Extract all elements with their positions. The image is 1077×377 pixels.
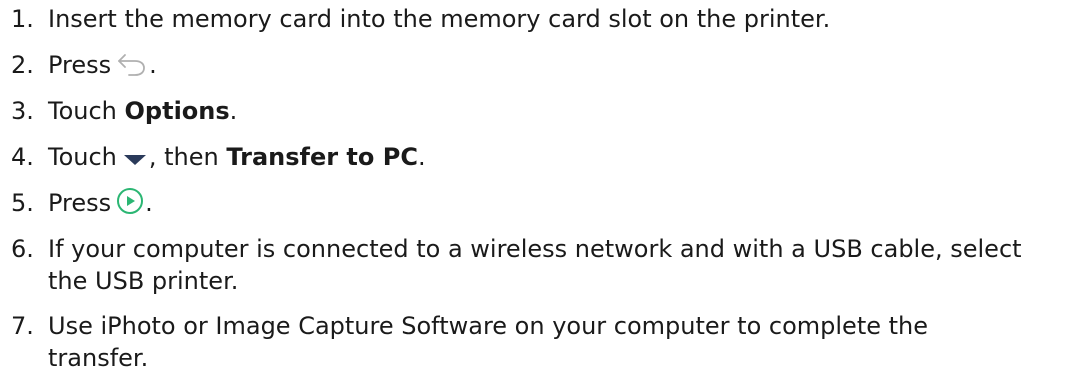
step-text-line-2: the USB printer. (48, 267, 239, 295)
step-number: 4. (11, 143, 34, 171)
step-number: 7. (11, 312, 34, 340)
play-button-icon (115, 187, 145, 223)
step-number: 1. (11, 5, 34, 33)
step-text-before: Touch (48, 97, 125, 125)
step-number: 5. (11, 189, 34, 217)
step-number: 3. (11, 97, 34, 125)
step-text: Use iPhoto or Image Capture Software on … (48, 310, 928, 374)
step-text-line-2: transfer. (48, 344, 149, 372)
step-text: Insert the memory card into the memory c… (48, 5, 831, 33)
step-text-line-1: If your computer is connected to a wirel… (48, 235, 1022, 263)
step-text: Press . (48, 187, 153, 223)
step-text: Touch , then Transfer to PC. (48, 141, 426, 177)
step-number: 2. (11, 51, 34, 79)
step-number: 6. (11, 235, 34, 263)
step-text-after: . (149, 51, 157, 79)
step-text-line-1: Use iPhoto or Image Capture Software on … (48, 312, 929, 340)
step-text: Press . (48, 49, 157, 85)
step-text-after: . (145, 189, 153, 217)
step-text: Touch Options. (48, 95, 237, 127)
step-text-before: Press (48, 51, 112, 79)
instruction-steps-list: 1. Insert the memory card into the memor… (0, 0, 1077, 377)
step-text-before: Touch (48, 143, 117, 171)
step-text-before: Press (48, 189, 112, 217)
transfer-to-pc-label: Transfer to PC (226, 143, 418, 171)
step-text-after: . (417, 143, 426, 171)
back-arrow-icon (115, 51, 149, 85)
step-text-middle: , then (148, 143, 227, 171)
options-label: Options (124, 97, 230, 125)
step-text-after: . (229, 97, 238, 125)
step-text: If your computer is connected to a wirel… (48, 233, 1022, 297)
down-triangle-icon (121, 145, 149, 177)
